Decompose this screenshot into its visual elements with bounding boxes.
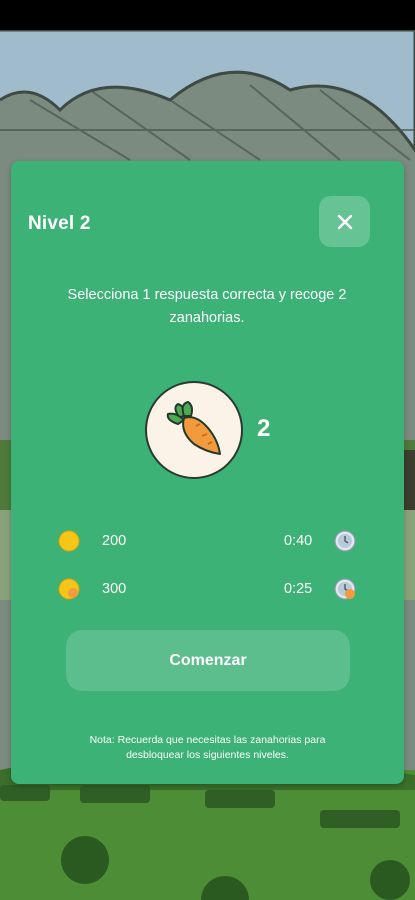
carrot-icon — [166, 401, 221, 455]
coin-bonus-icon — [58, 578, 80, 600]
coins-value: 200 — [102, 533, 127, 549]
level-modal: Nivel 2 Selecciona 1 respuesta correcta … — [11, 161, 404, 784]
carrot-badge — [145, 381, 243, 479]
coins-value: 300 — [102, 581, 127, 597]
coin-icon — [58, 530, 80, 552]
start-button[interactable]: Comenzar — [66, 630, 350, 691]
instructions-text: Selecciona 1 respuesta correcta y recoge… — [67, 287, 347, 326]
note-text: Nota: Recuerda que necesitas las zanahor… — [89, 734, 326, 761]
modal-title: Nivel 2 — [28, 213, 91, 234]
status-bar — [0, 0, 415, 30]
close-button[interactable] — [319, 196, 370, 247]
reward-row: 200 0:40 — [11, 526, 404, 556]
close-icon — [337, 214, 352, 229]
clock-icon — [334, 530, 356, 552]
time-value: 0:25 — [284, 581, 313, 597]
carrot-count: 2 — [257, 415, 271, 442]
clock-bonus-icon — [334, 578, 356, 600]
time-value: 0:40 — [284, 533, 313, 549]
reward-row: 300 0:25 — [11, 574, 404, 604]
